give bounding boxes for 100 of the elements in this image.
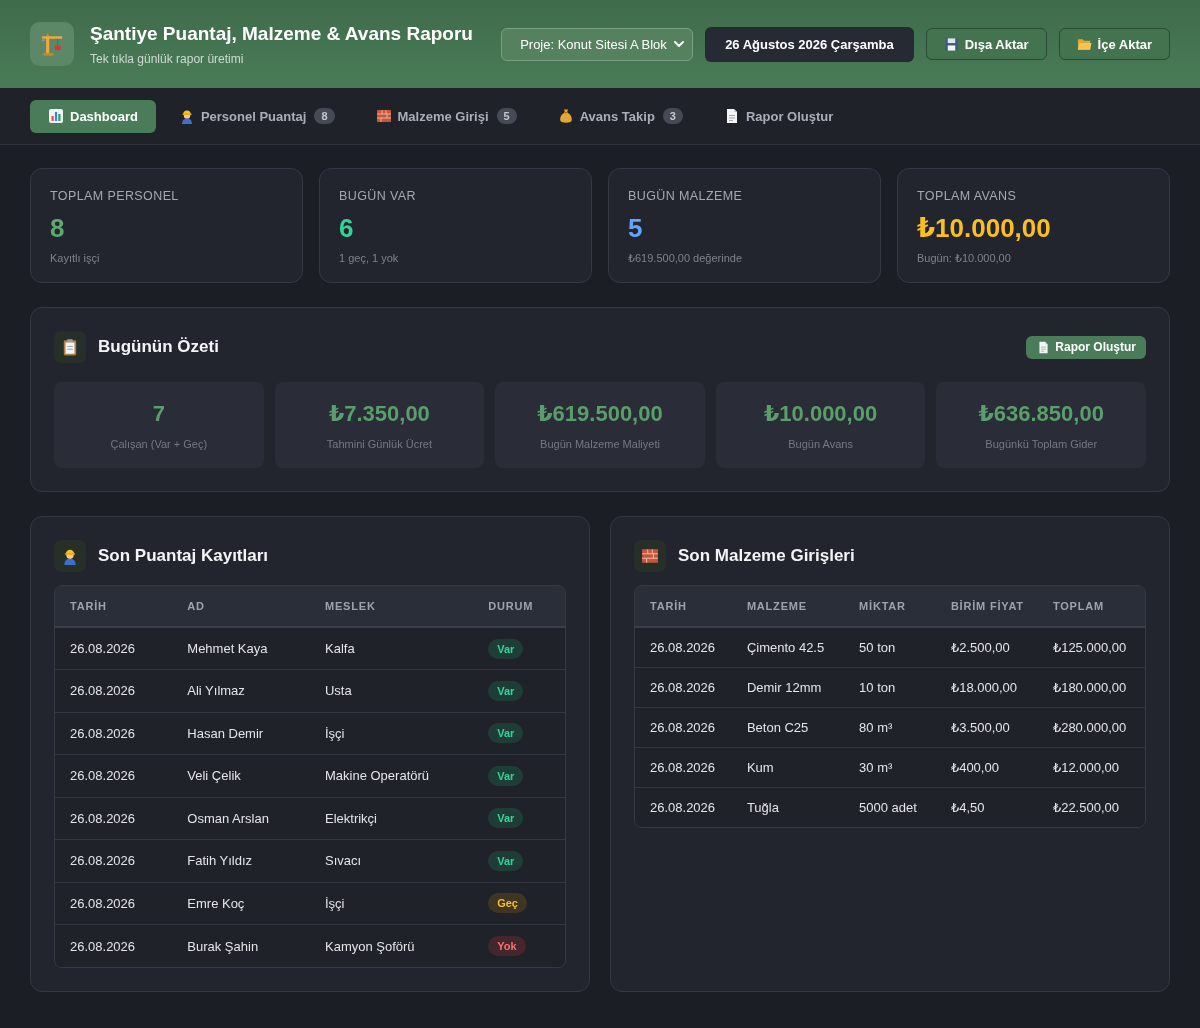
brick-wall-icon <box>375 108 392 124</box>
status-badge: Geç <box>488 893 527 914</box>
status-badge: Var <box>488 723 524 744</box>
stat-value: 8 <box>50 213 66 244</box>
bar-chart-icon <box>48 108 64 124</box>
tile-value: ₺636.850,00 <box>978 400 1104 427</box>
folder-icon <box>1076 36 1092 52</box>
table-cell: 80 m³ <box>844 707 936 747</box>
table-cell: 10 ton <box>844 667 936 707</box>
table-cell: İşçi <box>310 882 474 925</box>
status-badge: Var <box>488 680 524 701</box>
table-cell: 26.08.2026 <box>55 754 173 797</box>
table-cell: Çimento 42.5 <box>731 627 845 667</box>
section-title: Son Malzeme Girişleri <box>678 546 856 566</box>
document-icon <box>1037 340 1051 354</box>
status-badge: Var <box>488 638 524 659</box>
table-cell: 26.08.2026 <box>55 627 173 670</box>
tile-label: Bugün Malzeme Maliyeti <box>540 437 660 450</box>
stat-note: ₺619.500,00 değerinde <box>628 252 744 265</box>
table-cell: İşçi <box>310 712 474 755</box>
table-cell: ₺3.500,00 <box>935 707 1038 747</box>
table-cell: Elektrikçi <box>310 797 474 840</box>
project-select[interactable]: Proje: Konut Sitesi A Blok <box>501 27 694 61</box>
export-button[interactable]: Dışa Aktar <box>925 28 1047 60</box>
nav-tab[interactable]: Personel Puantaj 8 <box>160 99 353 133</box>
table-cell: 26.08.2026 <box>55 839 173 882</box>
clipboard-icon <box>54 331 86 363</box>
tile-label: Bugün Avans <box>788 437 853 450</box>
table-cell: 26.08.2026 <box>55 924 173 967</box>
table-cell: Emre Koç <box>172 882 310 925</box>
table-cell: ₺22.500,00 <box>1037 787 1145 827</box>
table-cell: 5000 adet <box>844 787 936 827</box>
date-label: 26 Ağustos 2026 Çarşamba <box>705 26 914 62</box>
app-title: Şantiye Puantaj, Malzeme & Avans Raporu <box>90 22 473 45</box>
count-badge: 3 <box>662 108 683 124</box>
stat-label: BUGÜN VAR <box>339 189 417 203</box>
status-badge: Var <box>488 765 524 786</box>
table-cell: Osman Arslan <box>172 797 310 840</box>
nav-tab[interactable]: Avans Takip 3 <box>539 99 701 133</box>
table-cell: Kum <box>731 747 845 787</box>
tile-label: Tahmini Günlük Ücret <box>326 437 432 450</box>
stat-label: TOPLAM AVANS <box>917 189 1018 203</box>
table-cell: ₺125.000,00 <box>1037 627 1145 667</box>
table-cell: Beton C25 <box>731 707 845 747</box>
table-cell: Kalfa <box>310 627 474 670</box>
column-header: MESLEK <box>310 586 474 627</box>
table-cell: Kamyon Şoförü <box>310 924 474 967</box>
table-cell: 26.08.2026 <box>55 712 173 755</box>
section-title: Son Puantaj Kayıtları <box>98 546 270 566</box>
table-cell: Sıvacı <box>310 839 474 882</box>
report-button[interactable]: Rapor Oluştur <box>1026 335 1146 359</box>
table-cell: Usta <box>310 669 474 712</box>
chevron-down-icon <box>674 41 685 47</box>
table-cell: ₺180.000,00 <box>1037 667 1145 707</box>
money-bag-icon <box>557 108 574 124</box>
tile-value: ₺7.350,00 <box>328 400 430 427</box>
status-badge: Var <box>488 850 524 871</box>
stat-value: ₺10.000,00 <box>917 213 1052 244</box>
count-badge: 5 <box>496 108 517 124</box>
stat-label: TOPLAM PERSONEL <box>50 189 180 203</box>
table-cell: ₺4,50 <box>935 787 1038 827</box>
column-header: MALZEME <box>731 586 845 627</box>
nav-tab[interactable]: Rapor Oluştur <box>705 99 852 133</box>
stat-value: 5 <box>628 213 644 244</box>
table-cell: 26.08.2026 <box>635 747 732 787</box>
stat-value: 6 <box>339 213 355 244</box>
table-cell: Makine Operatörü <box>310 754 474 797</box>
stat-note: Kayıtlı işçi <box>50 252 101 264</box>
table-cell: Hasan Demir <box>172 712 310 755</box>
table-cell: Veli Çelik <box>172 754 310 797</box>
table-cell: 26.08.2026 <box>55 797 173 840</box>
table-cell: Demir 12mm <box>731 667 845 707</box>
count-badge: 8 <box>314 108 335 124</box>
table-cell: 26.08.2026 <box>55 882 173 925</box>
table-cell: ₺18.000,00 <box>935 667 1038 707</box>
table-cell: 50 ton <box>844 627 936 667</box>
column-header: DURUM <box>473 586 565 627</box>
nav-tab[interactable]: Malzeme Girişi 5 <box>357 99 535 133</box>
table-cell: ₺12.000,00 <box>1037 747 1145 787</box>
table-cell: ₺280.000,00 <box>1037 707 1145 747</box>
table-cell: 26.08.2026 <box>635 707 732 747</box>
table-cell: ₺2.500,00 <box>935 627 1038 667</box>
import-button[interactable]: İçe Aktar <box>1058 28 1170 60</box>
tile-label: Bugünkü Toplam Gider <box>985 437 1098 450</box>
table-cell: Mehmet Kaya <box>172 627 310 670</box>
column-header: AD <box>172 586 310 627</box>
table-cell: Fatih Yıldız <box>172 839 310 882</box>
table-cell: Burak Şahin <box>172 924 310 967</box>
nav-tab[interactable]: Dashboard <box>30 99 156 133</box>
column-header: TARİH <box>55 586 173 627</box>
tile-value: ₺10.000,00 <box>764 400 878 427</box>
tile-value: 7 <box>152 400 165 427</box>
status-badge: Yok <box>488 936 526 956</box>
column-header: BİRİM FİYAT <box>935 586 1038 627</box>
column-header: TARİH <box>635 586 732 627</box>
stat-note: Bugün: ₺10.000,00 <box>917 252 1012 265</box>
status-badge: Var <box>488 808 524 829</box>
column-header: MİKTAR <box>844 586 936 627</box>
stat-note: 1 geç, 1 yok <box>339 252 400 264</box>
table-cell: Tuğla <box>731 787 845 827</box>
